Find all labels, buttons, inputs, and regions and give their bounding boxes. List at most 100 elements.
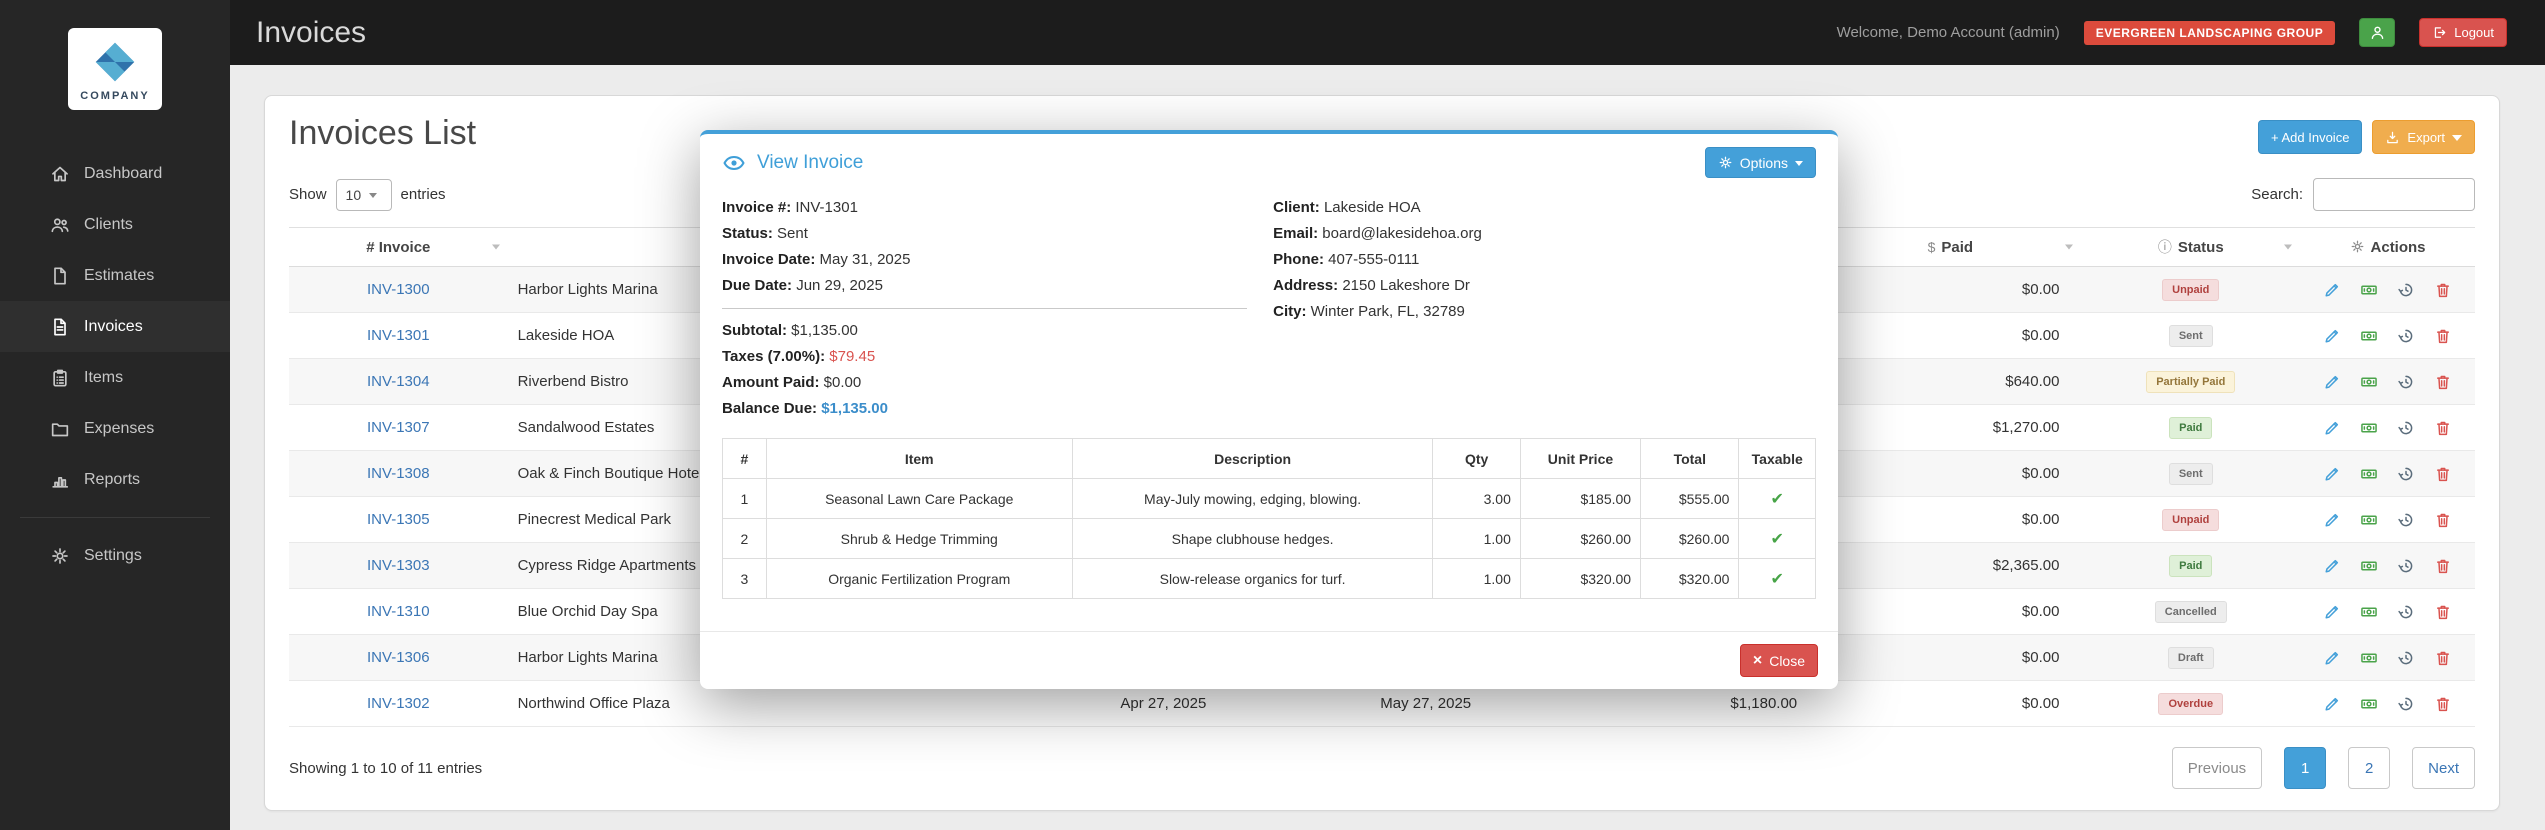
- home-icon: [50, 164, 70, 184]
- user-button[interactable]: [2359, 18, 2396, 47]
- pagination-previous-button[interactable]: Previous: [2171, 747, 2263, 789]
- sidebar-item-expenses[interactable]: Expenses: [0, 403, 230, 454]
- delete-invoice-button[interactable]: [2431, 553, 2456, 578]
- history-button[interactable]: [2394, 553, 2419, 578]
- close-label: Close: [1769, 652, 1805, 669]
- delete-invoice-button[interactable]: [2431, 323, 2456, 348]
- search-input[interactable]: [2313, 178, 2475, 211]
- add-invoice-button[interactable]: + Add Invoice: [2258, 120, 2363, 154]
- add-payment-button[interactable]: [2356, 369, 2381, 394]
- item-description: Shape clubhouse hedges.: [1071, 518, 1434, 559]
- add-payment-button[interactable]: [2356, 461, 2381, 486]
- chevron-down-icon: [369, 192, 378, 198]
- invoice-link[interactable]: INV-1308: [367, 465, 430, 482]
- sidebar-item-clients[interactable]: Clients: [0, 199, 230, 250]
- company-logo[interactable]: COMPANY: [68, 28, 162, 110]
- edit-invoice-button[interactable]: [2319, 369, 2344, 394]
- add-payment-button[interactable]: [2356, 507, 2381, 532]
- invoice-link[interactable]: INV-1300: [367, 281, 430, 298]
- delete-invoice-button[interactable]: [2431, 645, 2456, 670]
- header-status[interactable]: Status: [2081, 227, 2301, 267]
- history-button[interactable]: [2394, 415, 2419, 440]
- items-header-qty: Qty: [1432, 438, 1521, 479]
- pagination-page-1-button[interactable]: 1: [2284, 747, 2327, 789]
- delete-invoice-button[interactable]: [2431, 369, 2456, 394]
- invoice-link[interactable]: INV-1310: [367, 603, 430, 620]
- dollar-icon: $: [1927, 238, 1936, 255]
- folder-icon: [50, 419, 70, 439]
- invoice-link[interactable]: INV-1302: [367, 695, 430, 712]
- edit-invoice-button[interactable]: [2319, 599, 2344, 624]
- add-payment-button[interactable]: [2356, 323, 2381, 348]
- trash-icon: [2434, 327, 2452, 345]
- history-button[interactable]: [2394, 461, 2419, 486]
- delete-invoice-button[interactable]: [2431, 277, 2456, 302]
- sidebar-item-invoices[interactable]: Invoices: [0, 301, 230, 352]
- add-payment-button[interactable]: [2356, 599, 2381, 624]
- header-paid[interactable]: $ Paid: [1819, 227, 2082, 267]
- invoice-link[interactable]: INV-1301: [367, 327, 430, 344]
- delete-invoice-button[interactable]: [2431, 461, 2456, 486]
- delete-invoice-button[interactable]: [2431, 691, 2456, 716]
- sidebar-item-label: Invoices: [84, 317, 143, 335]
- modal-header: View Invoice Options: [700, 134, 1838, 187]
- edit-invoice-button[interactable]: [2319, 507, 2344, 532]
- history-button[interactable]: [2394, 369, 2419, 394]
- logo-text: COMPANY: [80, 90, 150, 102]
- money-icon: [2360, 281, 2378, 299]
- sidebar-item-reports[interactable]: Reports: [0, 454, 230, 505]
- items-header-taxable: Taxable: [1738, 438, 1816, 479]
- status-badge: Paid: [2169, 554, 2213, 577]
- pagination-next-button[interactable]: Next: [2412, 747, 2475, 789]
- sidebar-item-dashboard[interactable]: Dashboard: [0, 148, 230, 199]
- file-icon: [50, 266, 70, 286]
- add-payment-button[interactable]: [2356, 645, 2381, 670]
- money-icon: [2360, 373, 2378, 391]
- gear-icon: [50, 546, 70, 566]
- invoice-link[interactable]: INV-1307: [367, 419, 430, 436]
- history-icon: [2397, 603, 2415, 621]
- invoice-link[interactable]: INV-1305: [367, 511, 430, 528]
- delete-invoice-button[interactable]: [2431, 599, 2456, 624]
- sidebar-item-items[interactable]: Items: [0, 352, 230, 403]
- money-icon: [2360, 557, 2378, 575]
- history-button[interactable]: [2394, 599, 2419, 624]
- history-button[interactable]: [2394, 645, 2419, 670]
- client-details: Client: Lakeside HOA Email: board@lakesi…: [1247, 195, 1816, 422]
- sidebar-item-estimates[interactable]: Estimates: [0, 250, 230, 301]
- invoice-link[interactable]: INV-1306: [367, 649, 430, 666]
- history-button[interactable]: [2394, 323, 2419, 348]
- sidebar-item-settings[interactable]: Settings: [0, 530, 230, 581]
- options-button[interactable]: Options: [1704, 147, 1816, 178]
- detail-line: Invoice Date: May 31, 2025: [722, 251, 911, 268]
- header-invoice[interactable]: # Invoice: [289, 227, 508, 267]
- history-button[interactable]: [2394, 691, 2419, 716]
- edit-invoice-button[interactable]: [2319, 461, 2344, 486]
- invoice-link[interactable]: INV-1304: [367, 373, 430, 390]
- edit-invoice-button[interactable]: [2319, 323, 2344, 348]
- export-button[interactable]: Export: [2372, 120, 2475, 154]
- page-length-select[interactable]: 10: [335, 178, 392, 211]
- add-payment-button[interactable]: [2356, 691, 2381, 716]
- edit-invoice-button[interactable]: [2319, 645, 2344, 670]
- delete-invoice-button[interactable]: [2431, 415, 2456, 440]
- logout-button[interactable]: Logout: [2419, 18, 2507, 47]
- delete-invoice-button[interactable]: [2431, 507, 2456, 532]
- edit-invoice-button[interactable]: [2319, 691, 2344, 716]
- add-payment-button[interactable]: [2356, 415, 2381, 440]
- org-badge[interactable]: EVERGREEN LANDSCAPING GROUP: [2083, 20, 2336, 45]
- edit-invoice-button[interactable]: [2319, 277, 2344, 302]
- status-badge: Sent: [2168, 324, 2213, 347]
- history-button[interactable]: [2394, 507, 2419, 532]
- edit-invoice-button[interactable]: [2319, 415, 2344, 440]
- sidebar-item-label: Dashboard: [84, 164, 163, 182]
- view-invoice-modal: View Invoice Options Invoice #: INV-1301…: [700, 130, 1838, 689]
- add-payment-button[interactable]: [2356, 277, 2381, 302]
- header-actions: Actions: [2300, 227, 2475, 267]
- invoice-link[interactable]: INV-1303: [367, 557, 430, 574]
- history-button[interactable]: [2394, 277, 2419, 302]
- close-modal-button[interactable]: × Close: [1739, 644, 1818, 677]
- edit-invoice-button[interactable]: [2319, 553, 2344, 578]
- pagination-page-2-button[interactable]: 2: [2348, 747, 2391, 789]
- add-payment-button[interactable]: [2356, 553, 2381, 578]
